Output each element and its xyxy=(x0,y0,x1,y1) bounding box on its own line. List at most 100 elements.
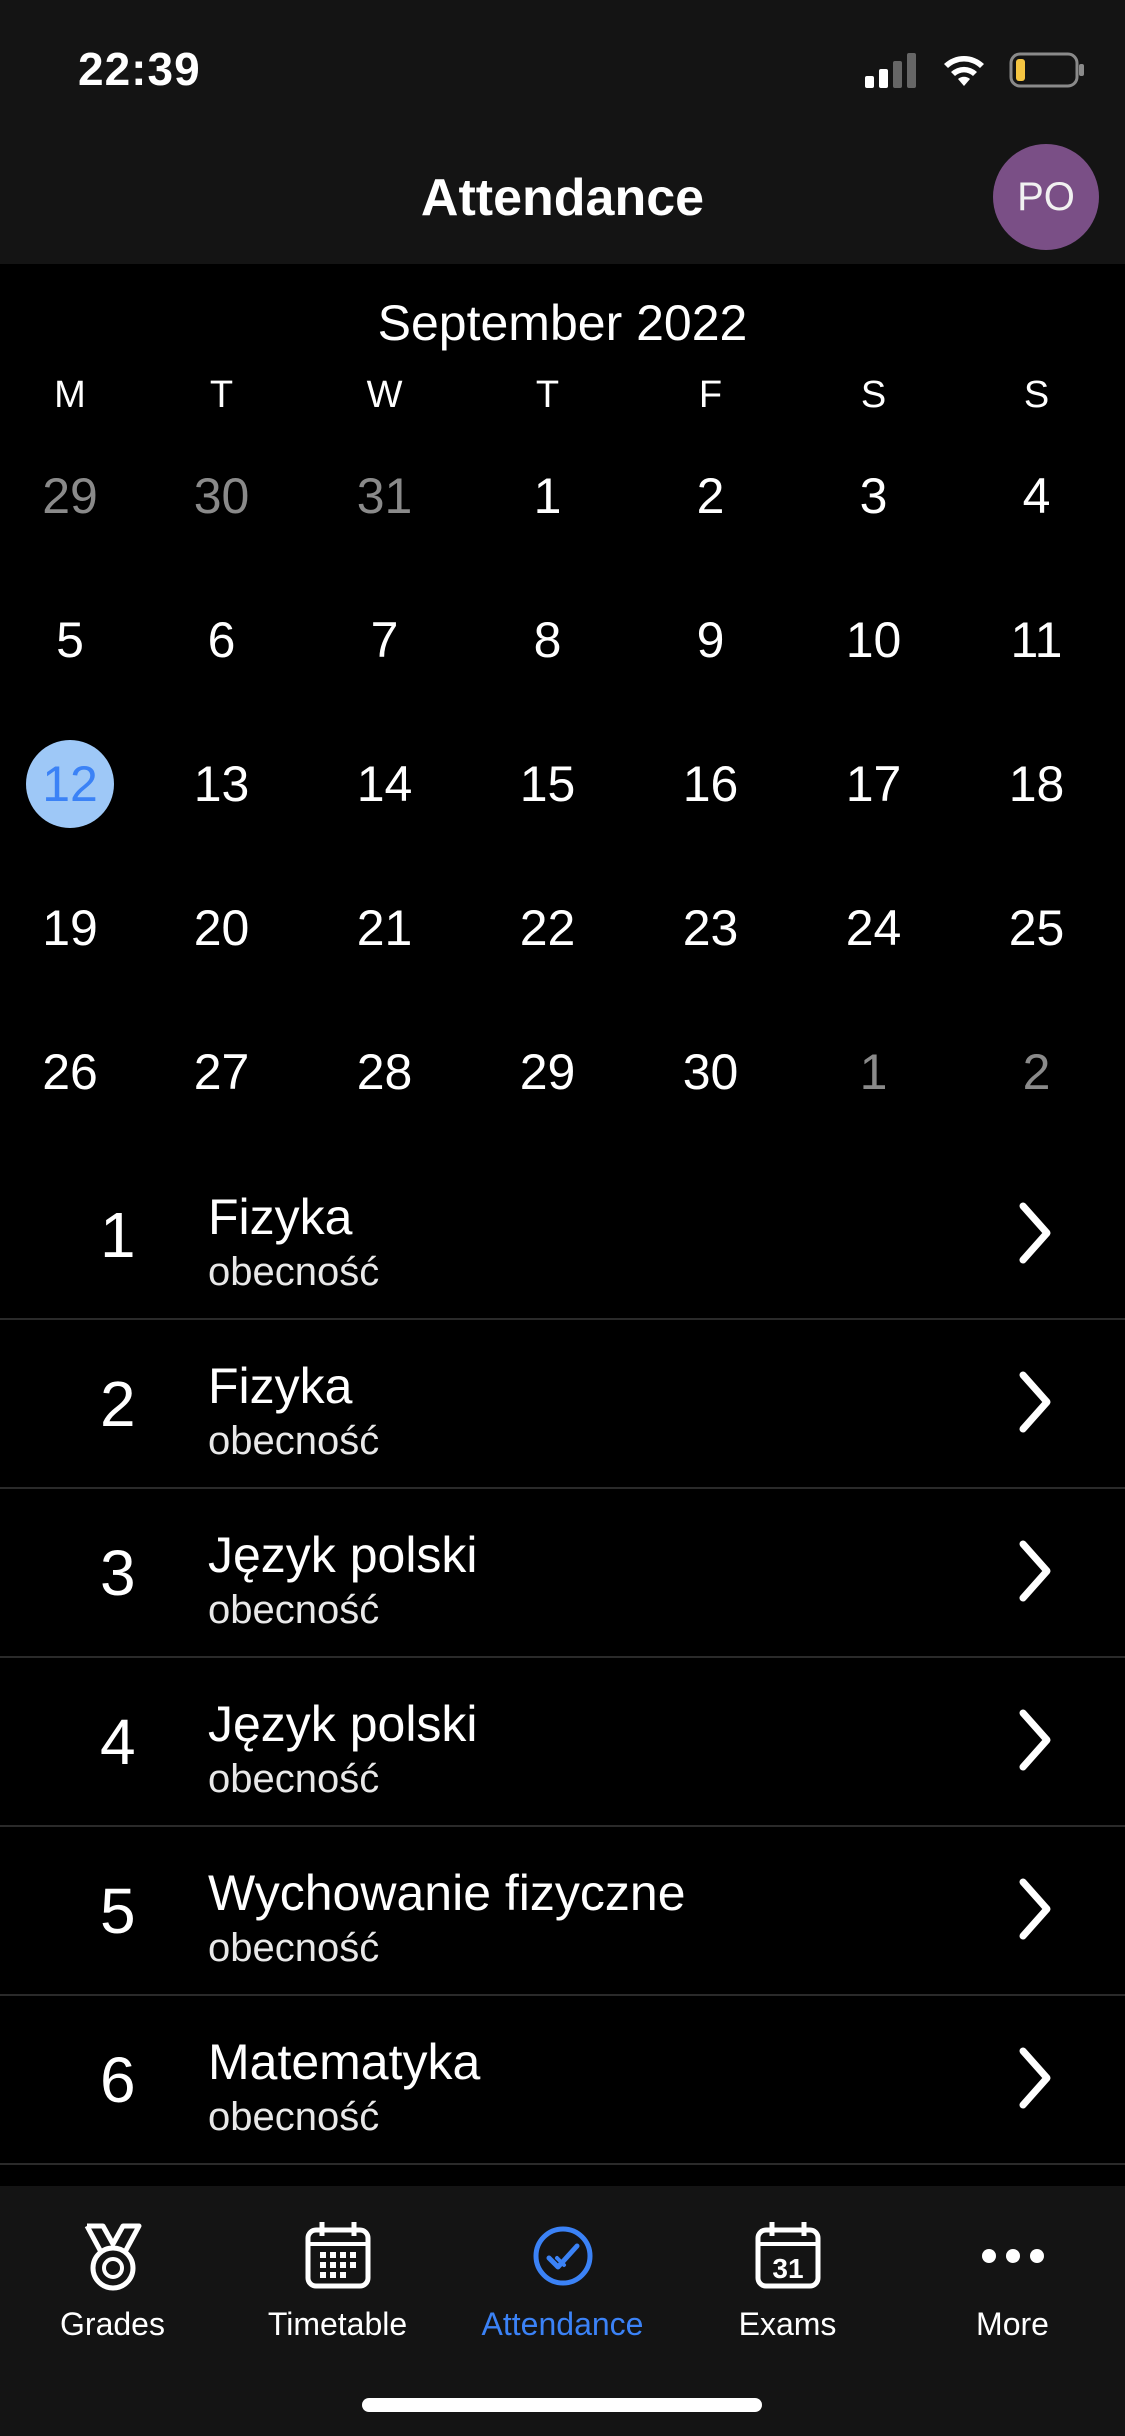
calendar-day-number: 13 xyxy=(193,756,250,812)
calendar-day[interactable]: 29 xyxy=(0,467,140,525)
calendar-day[interactable]: 30 xyxy=(629,1043,792,1101)
tab-more[interactable]: More xyxy=(900,2216,1125,2343)
calendar-day[interactable]: 21 xyxy=(303,899,466,957)
calendar-day[interactable]: 15 xyxy=(466,755,629,813)
calendar-day-number: 2 xyxy=(696,468,725,524)
calendar-day[interactable]: 25 xyxy=(955,899,1118,957)
lesson-subject: Fizyka xyxy=(208,1189,353,1245)
calendar-day-number: 11 xyxy=(1010,612,1063,668)
lesson-number: 4 xyxy=(100,1706,136,1778)
calendar-day-number: 12 xyxy=(26,740,114,828)
calendar-day-number: 29 xyxy=(519,1044,576,1100)
calendar-31-icon: 31 xyxy=(755,2222,820,2289)
calendar-day[interactable]: 8 xyxy=(466,611,629,669)
calendar-day-number: 8 xyxy=(533,612,562,668)
calendar-day-today[interactable]: 12 xyxy=(0,740,140,828)
tab-timetable[interactable]: Timetable xyxy=(225,2216,450,2343)
attendance-row[interactable]: 6 Matematyka obecność xyxy=(0,1995,1125,2165)
tab-label: More xyxy=(976,2306,1049,2342)
calendar-day[interactable]: 31 xyxy=(303,467,466,525)
calendar-day[interactable]: 24 xyxy=(792,899,955,957)
weekday-label: S xyxy=(1023,374,1050,416)
calendar-day[interactable]: 1 xyxy=(466,467,629,525)
calendar-day[interactable]: 18 xyxy=(955,755,1118,813)
lesson-subject: Fizyka xyxy=(208,1358,353,1414)
calendar-day[interactable]: 11 xyxy=(955,611,1118,669)
calendar-day-number: 15 xyxy=(519,756,576,812)
calendar-day-number: 27 xyxy=(193,1044,250,1100)
attendance-row[interactable]: 2 Fizyka obecność xyxy=(0,1319,1125,1489)
lesson-subject: Matematyka xyxy=(208,2034,481,2090)
calendar-day-number: 18 xyxy=(1008,756,1065,812)
calendar-day-number: 1 xyxy=(859,1044,888,1100)
chevron-right-icon xyxy=(1019,1540,1051,1602)
chevron-right-icon xyxy=(1019,1371,1051,1433)
calendar-day[interactable]: 28 xyxy=(303,1043,466,1101)
calendar-day[interactable]: 10 xyxy=(792,611,955,669)
calendar-day[interactable]: 2 xyxy=(629,467,792,525)
chevron-right-icon xyxy=(1019,1709,1051,1771)
calendar-day[interactable]: 16 xyxy=(629,755,792,813)
tab-label: Exams xyxy=(738,2306,837,2342)
attendance-row[interactable]: 4 Język polski obecność xyxy=(0,1657,1125,1827)
attendance-status: obecność xyxy=(208,1250,380,1294)
calendar-day[interactable]: 13 xyxy=(140,755,303,813)
lesson-subject: Język polski xyxy=(208,1696,478,1752)
exams-icon-text: 31 xyxy=(772,2253,803,2284)
attendance-row[interactable]: 1 Fizyka obecność xyxy=(0,1150,1125,1320)
calendar-grid-icon xyxy=(305,2222,370,2289)
ellipsis-icon xyxy=(981,2249,1044,2263)
wifi-icon xyxy=(944,56,984,86)
chevron-right-icon xyxy=(1019,1202,1051,1264)
weekday-label: T xyxy=(535,374,560,416)
calendar-day[interactable]: 4 xyxy=(955,467,1118,525)
lesson-number: 5 xyxy=(100,1875,136,1947)
month-calendar: September 2022 M T W T F S S 29 30 31 1 2 3 4 5… xyxy=(0,264,1125,1164)
home-indicator xyxy=(362,2398,762,2412)
status-bar: 22:39 xyxy=(0,0,1125,132)
tab-exams[interactable]: 31 Exams xyxy=(675,2216,900,2343)
calendar-day[interactable]: 29 xyxy=(466,1043,629,1101)
calendar-day[interactable]: 5 xyxy=(0,611,140,669)
status-time: 22:39 xyxy=(78,43,201,95)
calendar-day[interactable]: 1 xyxy=(792,1043,955,1101)
navigation-bar: Attendance PO xyxy=(0,132,1125,264)
calendar-day[interactable]: 7 xyxy=(303,611,466,669)
calendar-day-number: 21 xyxy=(356,900,413,956)
calendar-day[interactable]: 30 xyxy=(140,467,303,525)
calendar-day[interactable]: 19 xyxy=(0,899,140,957)
weekday-label: F xyxy=(698,374,723,416)
calendar-day[interactable]: 17 xyxy=(792,755,955,813)
weekday-label: S xyxy=(860,374,887,416)
lesson-number: 3 xyxy=(100,1537,136,1609)
calendar-day[interactable]: 20 xyxy=(140,899,303,957)
check-circle-icon xyxy=(533,2226,592,2286)
calendar-day-number: 29 xyxy=(42,468,98,524)
calendar-day[interactable]: 2 xyxy=(955,1043,1118,1101)
calendar-day-number: 3 xyxy=(859,468,888,524)
calendar-grid: 29 30 31 1 2 3 4 5 6 7 8 9 10 11 12 13 14 15 16 17 18 19 20 21 2… xyxy=(0,424,1125,1144)
calendar-day[interactable]: 9 xyxy=(629,611,792,669)
calendar-day-number: 31 xyxy=(356,468,413,524)
avatar[interactable]: PO xyxy=(993,144,1099,250)
battery-icon xyxy=(1009,52,1084,88)
calendar-month-label: September 2022 xyxy=(377,295,748,351)
calendar-day[interactable]: 26 xyxy=(0,1043,140,1101)
calendar-day[interactable]: 23 xyxy=(629,899,792,957)
calendar-day[interactable]: 22 xyxy=(466,899,629,957)
lesson-subject: Język polski xyxy=(208,1527,478,1583)
calendar-day[interactable]: 27 xyxy=(140,1043,303,1101)
tab-label: Timetable xyxy=(267,2306,408,2342)
calendar-day[interactable]: 14 xyxy=(303,755,466,813)
calendar-day[interactable]: 6 xyxy=(140,611,303,669)
lesson-number: 1 xyxy=(100,1199,136,1271)
tab-attendance[interactable]: Attendance xyxy=(450,2216,675,2343)
avatar-initials: PO xyxy=(1017,174,1075,219)
calendar-day-number: 30 xyxy=(682,1044,739,1100)
calendar-day[interactable]: 3 xyxy=(792,467,955,525)
calendar-day-number: 1 xyxy=(533,468,562,524)
attendance-row[interactable]: 3 Język polski obecność xyxy=(0,1488,1125,1658)
calendar-day-number: 9 xyxy=(696,612,725,668)
tab-grades[interactable]: Grades xyxy=(0,2216,225,2343)
attendance-row[interactable]: 5 Wychowanie fizyczne obecność xyxy=(0,1826,1125,1996)
